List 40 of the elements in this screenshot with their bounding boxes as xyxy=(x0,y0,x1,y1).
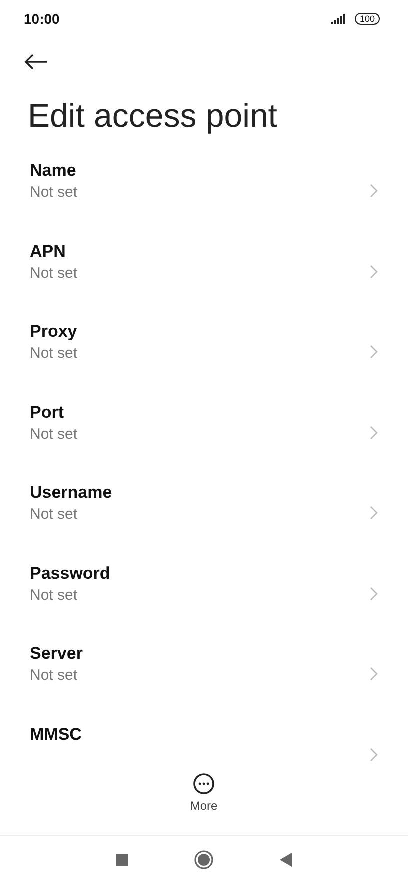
setting-value: Not set xyxy=(30,586,79,604)
setting-value: Not set xyxy=(30,264,78,282)
home-button[interactable] xyxy=(194,850,214,870)
setting-label: Name xyxy=(30,161,78,181)
chevron-icon xyxy=(370,506,378,520)
page-title: Edit access point xyxy=(28,96,278,136)
setting-label: APN xyxy=(30,242,67,262)
chevron-icon xyxy=(370,426,378,440)
setting-row[interactable]: MMSC xyxy=(0,714,408,769)
setting-value: Not set xyxy=(30,345,78,362)
setting-label: Server xyxy=(30,644,83,664)
setting-label: Proxy xyxy=(30,322,78,342)
more-icon xyxy=(193,773,215,795)
back-nav-button[interactable] xyxy=(280,853,292,867)
setting-label: Port xyxy=(30,402,65,422)
chevron-icon xyxy=(370,748,378,762)
setting-row[interactable]: Username Not set xyxy=(0,473,408,554)
setting-value: Not set xyxy=(30,506,79,523)
setting-row[interactable]: Name Not set xyxy=(0,151,408,232)
setting-row[interactable]: Password Not set xyxy=(0,554,408,634)
chevron-icon xyxy=(370,184,378,198)
setting-label: Password xyxy=(30,564,110,584)
chevron-icon xyxy=(370,345,378,360)
signal-icon xyxy=(330,14,345,24)
battery-indicator: 100 xyxy=(354,13,380,25)
setting-value: Not set xyxy=(30,184,78,201)
setting-row[interactable]: Server Not set xyxy=(0,634,408,714)
setting-row[interactable]: Proxy Not set xyxy=(0,312,408,392)
chevron-icon xyxy=(370,264,378,279)
setting-value: Not set xyxy=(30,667,79,684)
setting-row[interactable]: APN Not set xyxy=(0,232,408,312)
back-arrow-icon xyxy=(24,54,48,70)
setting-value: Not set xyxy=(30,426,78,442)
chevron-icon xyxy=(370,586,378,601)
setting-label: MMSC xyxy=(30,724,82,744)
setting-row[interactable]: Port Not set xyxy=(0,392,408,473)
chevron-icon xyxy=(370,667,378,682)
more-button[interactable]: More xyxy=(184,769,224,817)
status-time: 10:00 xyxy=(24,11,60,27)
setting-label: Username xyxy=(30,483,112,503)
